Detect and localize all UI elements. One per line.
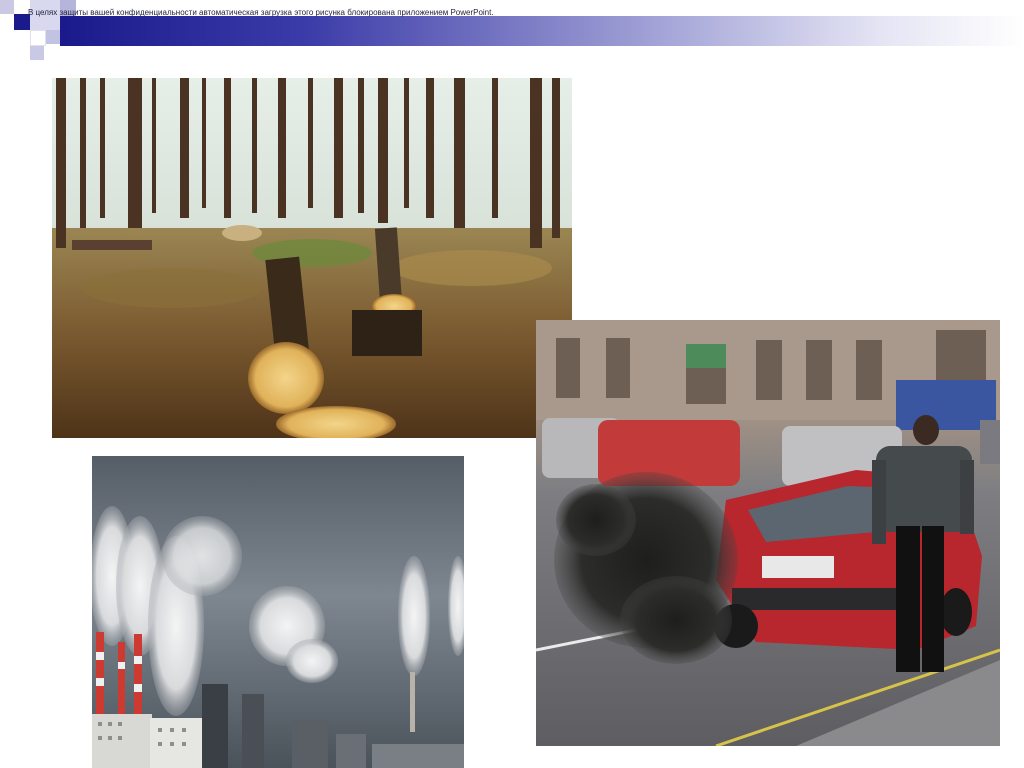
blocked-image-notice: В целях защиты вашей конфиденциальности … bbox=[28, 8, 494, 17]
deforestation-photo bbox=[52, 78, 572, 438]
car-exhaust-photo bbox=[536, 320, 1000, 746]
decor-square bbox=[0, 0, 14, 14]
smokestacks-illustration bbox=[92, 456, 464, 768]
header-gradient-bar bbox=[60, 16, 1024, 46]
slide: В целях защиты вашей конфиденциальности … bbox=[0, 0, 1024, 768]
decor-square bbox=[30, 30, 46, 46]
decor-square bbox=[30, 46, 44, 60]
deforestation-illustration bbox=[52, 78, 572, 438]
factory-smokestacks-photo bbox=[92, 456, 464, 768]
decor-square bbox=[46, 30, 60, 44]
car-exhaust-illustration bbox=[536, 320, 1000, 746]
